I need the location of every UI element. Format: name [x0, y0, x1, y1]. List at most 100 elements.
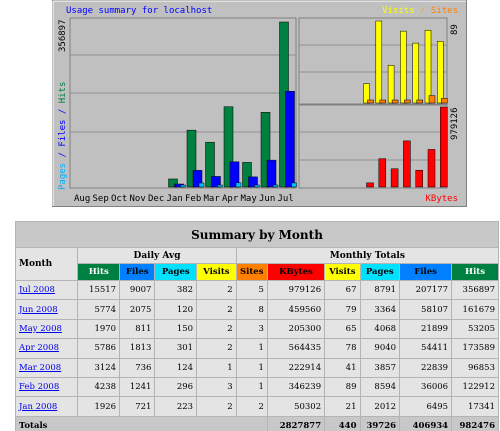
files-cell: 58107	[399, 299, 453, 320]
bar-visits	[412, 42, 419, 104]
month-label: Dec	[148, 194, 164, 204]
pages-cell: 3857	[359, 357, 401, 378]
month-link[interactable]: Jan 2008	[19, 402, 57, 412]
kbytes-cell: 205300	[266, 318, 326, 340]
bar-kbytes	[440, 106, 448, 188]
total-visits-cell: 440	[324, 415, 361, 431]
month-label: Feb	[185, 194, 201, 204]
avg-pages-header: Pages	[154, 263, 198, 281]
graph-title: Usage summary for localhost	[66, 6, 212, 16]
hits-axis-label: Hits	[58, 82, 68, 104]
month-link[interactable]: Feb 2008	[19, 382, 59, 392]
avg-visits-header: Visits	[196, 263, 237, 281]
sites-cell: 8	[235, 299, 268, 320]
visits-cell: 65	[324, 318, 361, 340]
avg-hits-cell: 3124	[77, 357, 121, 378]
kbytes-cell: 50302	[266, 396, 326, 417]
sites-cell: 3	[235, 318, 268, 340]
hits-cell: 356897	[451, 279, 499, 301]
month-link[interactable]: Jun 2008	[19, 305, 58, 315]
avg-hits-header: Hits	[77, 263, 121, 281]
avg-pages-cell: 296	[154, 376, 198, 398]
month-label: Sep	[93, 194, 109, 204]
pages-cell: 4068	[359, 318, 401, 340]
bar-kbytes	[403, 140, 411, 188]
kbytes-cell: 979126	[266, 279, 326, 301]
bar-kbytes	[390, 168, 399, 188]
bar-visits	[400, 30, 407, 104]
bar-files	[266, 159, 277, 188]
bar-pages	[254, 184, 260, 188]
avg-files-cell: 9007	[119, 279, 156, 301]
hits-cell: 161679	[451, 299, 499, 320]
files-cell: 21899	[399, 318, 453, 340]
month-label: Jul	[278, 194, 294, 204]
avg-files-header: Files	[119, 263, 156, 281]
total-pages-cell: 39726	[359, 415, 401, 431]
avg-visits-cell: 2	[196, 318, 237, 340]
total-hits-cell: 982476	[451, 415, 499, 431]
table-row: Feb 2008 4238 1241 296 3 1 346239 89 859…	[14, 376, 499, 398]
bar-kbytes	[415, 169, 423, 188]
left-axis-label: Pages / Files / Hits	[58, 82, 68, 190]
month-cell: Mar 2008	[14, 357, 79, 378]
bar-sites	[391, 99, 399, 104]
monthly-totals-header: Monthly Totals	[235, 247, 500, 264]
bar-sites	[441, 98, 448, 104]
hits-cell: 53205	[451, 318, 499, 340]
sites-cell: 1	[235, 376, 268, 398]
avg-hits-cell: 5786	[77, 338, 121, 359]
avg-hits-cell: 4238	[77, 376, 121, 398]
bar-visits	[424, 29, 432, 104]
visits-sites-legend: Visits / Sites	[382, 6, 458, 16]
visits-axis-max: 89	[450, 24, 460, 35]
legend-separator: /	[415, 6, 431, 16]
month-cell: Jun 2008	[14, 299, 79, 320]
month-cell: Jul 2008	[14, 279, 79, 301]
bar-pages	[291, 182, 297, 188]
avg-visits-cell: 2	[196, 279, 237, 301]
month-link[interactable]: May 2008	[19, 324, 62, 334]
hits-cell: 173589	[451, 338, 499, 359]
avg-pages-cell: 120	[154, 299, 198, 320]
kbytes-cell: 222914	[266, 357, 326, 378]
month-cell: May 2008	[14, 318, 79, 340]
avg-files-cell: 736	[119, 357, 156, 378]
month-link[interactable]: Mar 2008	[19, 363, 61, 373]
visits-legend-label: Visits	[382, 6, 415, 16]
month-cell: Apr 2008	[14, 338, 79, 359]
month-label: Oct	[111, 194, 127, 204]
total-sites-header: Sites	[235, 263, 268, 281]
avg-pages-cell: 382	[154, 279, 198, 301]
month-cell: Jan 2008	[14, 396, 79, 417]
month-link[interactable]: Jul 2008	[19, 285, 55, 295]
month-label: Apr	[222, 194, 239, 204]
avg-visits-cell: 2	[196, 338, 237, 359]
visits-cell: 78	[324, 338, 361, 359]
bar-visits	[375, 20, 383, 104]
bar-pages	[180, 184, 186, 188]
avg-files-cell: 1813	[119, 338, 156, 359]
month-cell: Feb 2008	[14, 376, 79, 398]
files-cell: 54411	[399, 338, 453, 359]
files-cell: 207177	[399, 279, 453, 301]
avg-pages-cell: 223	[154, 396, 198, 417]
bar-pages	[235, 182, 242, 188]
sites-cell: 5	[235, 279, 268, 301]
month-label: Mar	[204, 194, 221, 204]
bar-visits	[387, 64, 395, 104]
avg-files-cell: 721	[119, 396, 156, 417]
avg-visits-cell: 2	[196, 396, 237, 417]
avg-files-cell: 811	[119, 318, 156, 340]
kbytes-cell: 346239	[266, 376, 326, 398]
total-visits-header: Visits	[324, 263, 361, 281]
table-row: Jul 2008 15517 9007 382 2 5 979126 67 87…	[14, 279, 499, 301]
sites-legend-label: Sites	[431, 6, 458, 16]
bar-kbytes	[427, 149, 436, 188]
month-label: Jun	[259, 194, 275, 204]
visits-cell: 89	[324, 376, 361, 398]
avg-files-cell: 1241	[119, 376, 156, 398]
pages-cell: 9040	[359, 338, 401, 359]
month-link[interactable]: Apr 2008	[19, 343, 59, 353]
sites-cell: 1	[235, 357, 268, 378]
